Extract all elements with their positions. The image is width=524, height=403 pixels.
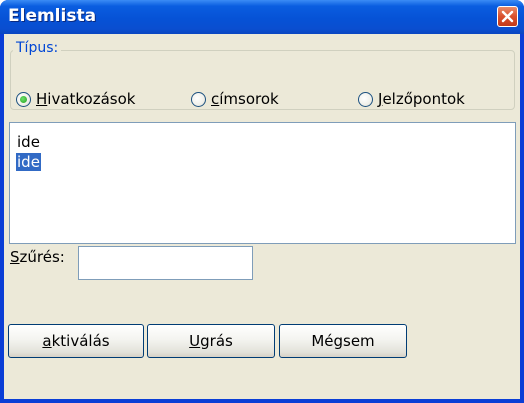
- radio-headings[interactable]: címsorok: [191, 89, 279, 109]
- type-group-label: Típus:: [13, 40, 62, 56]
- radio-unchecked-icon: [191, 91, 206, 107]
- activate-button[interactable]: a ktiválás: [8, 324, 144, 358]
- dialog-window: Elemlista Típus: Hivatkozások címsorok J…: [0, 0, 524, 403]
- radio-links[interactable]: Hivatkozások: [16, 89, 135, 109]
- close-button[interactable]: [497, 6, 518, 27]
- filter-label: Szűrés:: [10, 248, 65, 266]
- radio-unchecked-icon: [358, 91, 373, 107]
- dialog-client-area: Típus: Hivatkozások címsorok Jelzőpontok…: [4, 34, 520, 399]
- title-bar[interactable]: Elemlista: [0, 0, 524, 34]
- list-item[interactable]: ide: [16, 133, 41, 151]
- element-listbox[interactable]: ide ide: [9, 122, 516, 244]
- window-title: Elemlista: [8, 6, 97, 26]
- filter-input[interactable]: [78, 246, 253, 280]
- list-item-selected[interactable]: ide: [15, 152, 42, 172]
- radio-bookmarks[interactable]: Jelzőpontok: [358, 89, 465, 109]
- radio-bookmarks-label: Jelzőpontok: [378, 90, 465, 108]
- go-button[interactable]: Ugrás: [147, 324, 275, 358]
- radio-links-label: Hivatkozások: [36, 90, 136, 108]
- close-icon: [501, 10, 514, 23]
- radio-checked-icon: [16, 91, 31, 107]
- radio-headings-label: címsorok: [211, 90, 279, 108]
- cancel-button[interactable]: Mégsem: [279, 324, 407, 358]
